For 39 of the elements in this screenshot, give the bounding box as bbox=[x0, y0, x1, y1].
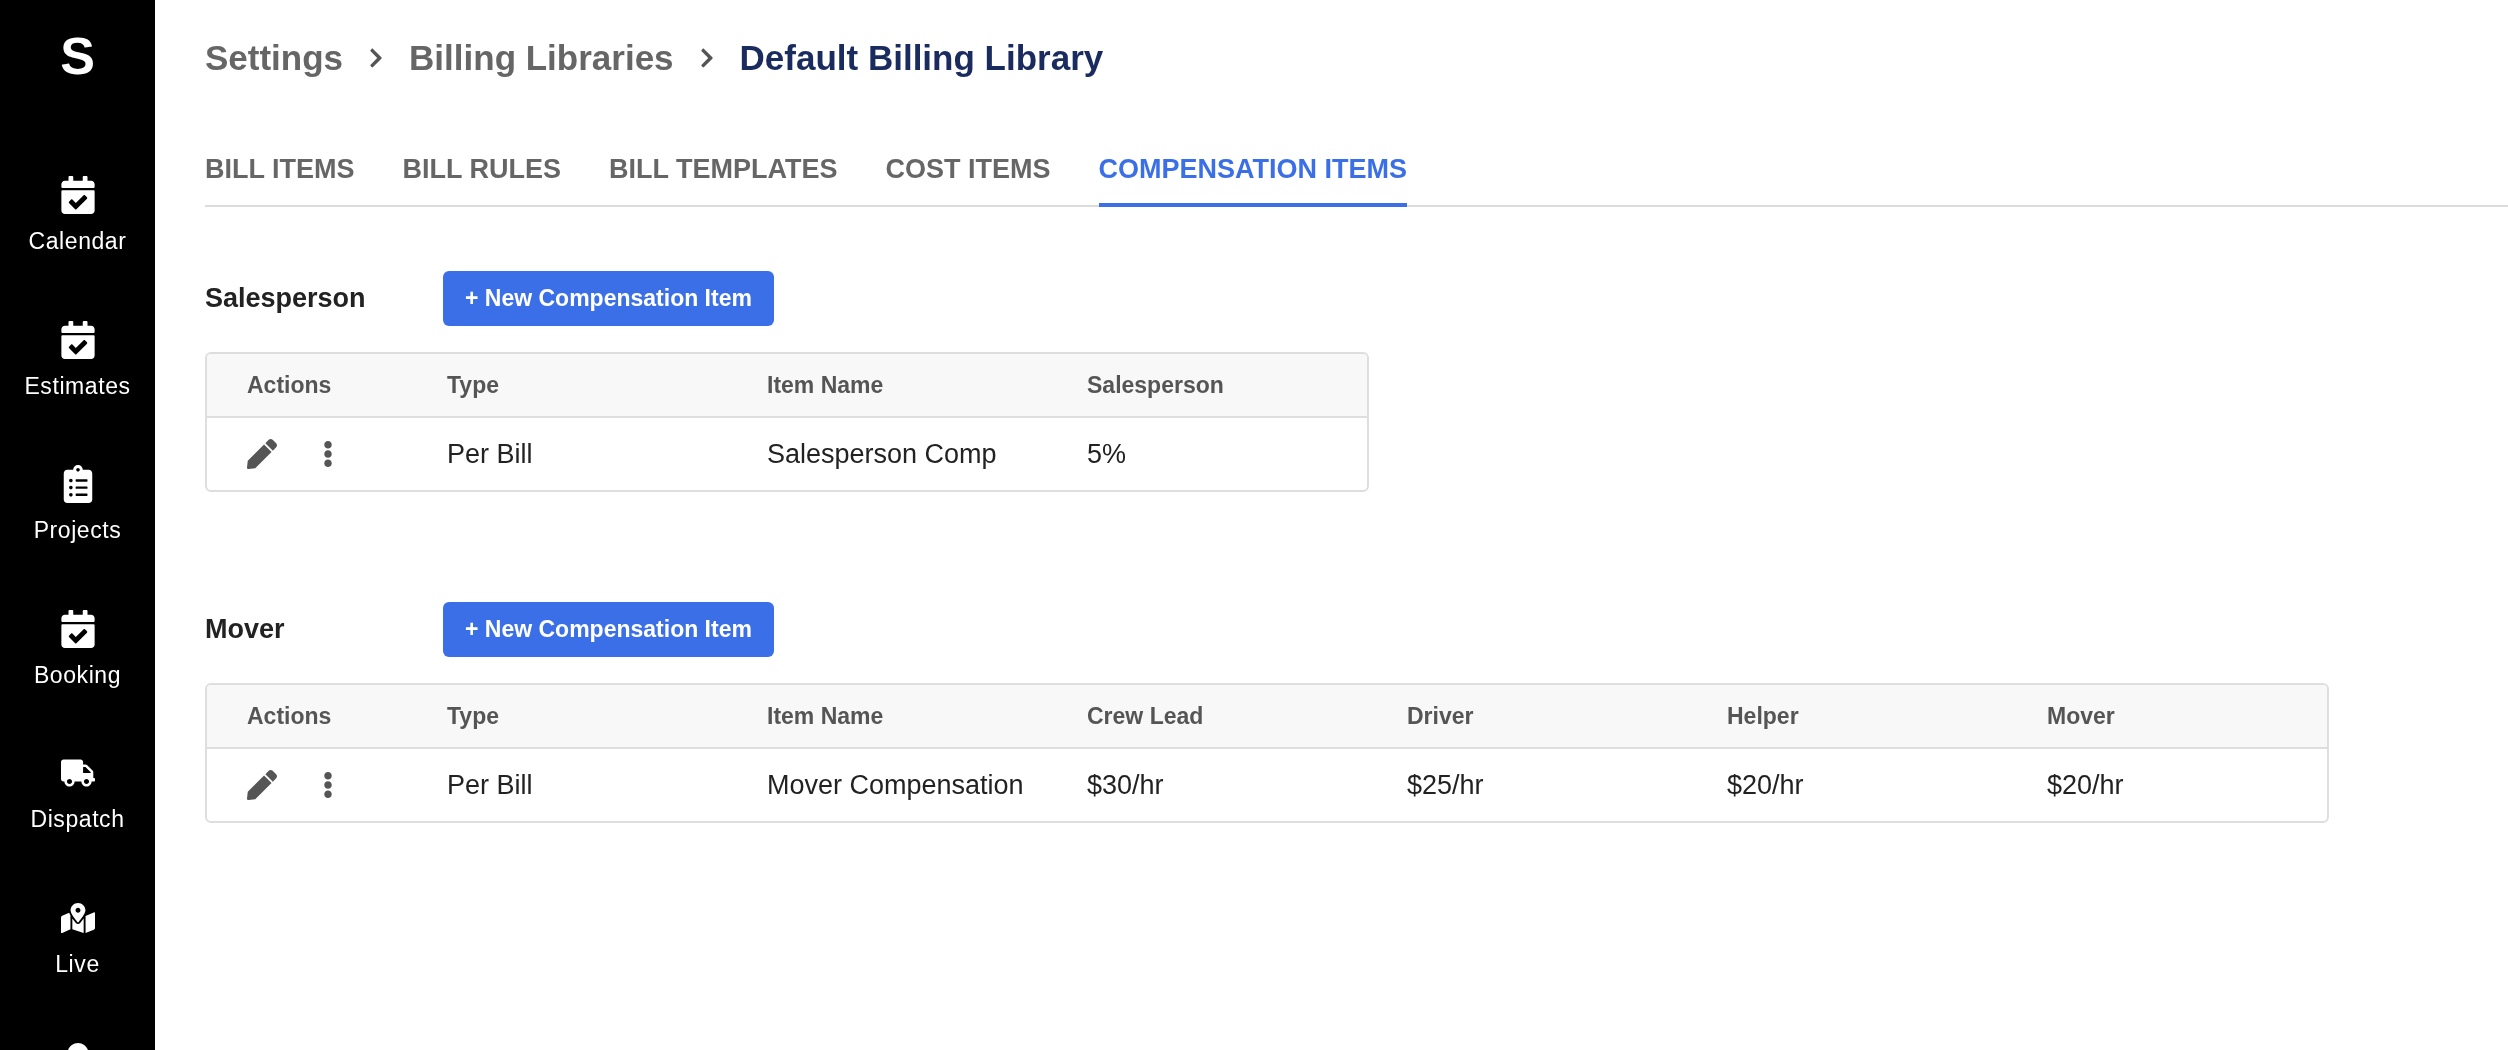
column-header: Mover bbox=[2047, 701, 2116, 731]
breadcrumb-link[interactable]: Settings bbox=[205, 32, 344, 85]
sidebar-item[interactable]: Estimates bbox=[24, 320, 131, 403]
table-cell: Mover Compensation bbox=[767, 769, 1024, 800]
sidebar-item[interactable]: Booking bbox=[33, 609, 122, 692]
column-header: Item Name bbox=[767, 370, 885, 400]
tab[interactable]: BILL TEMPLATES bbox=[609, 148, 838, 207]
sidebar-item[interactable]: Projects bbox=[33, 465, 122, 548]
column-header: Crew Lead bbox=[1087, 701, 1205, 731]
new-compensation-item-button[interactable]: + New Compensation Item bbox=[443, 602, 774, 657]
sidebar-item[interactable]: Dispatch bbox=[30, 754, 125, 837]
column-header: Salesperson bbox=[1087, 370, 1225, 400]
sidebar-item[interactable]: Calendar bbox=[28, 176, 127, 259]
column-header: Type bbox=[447, 370, 500, 400]
table-cell: Per Bill bbox=[447, 769, 533, 800]
tab[interactable]: BILL ITEMS bbox=[205, 148, 355, 207]
column-header: Type bbox=[447, 701, 500, 731]
table-cell: Per Bill bbox=[447, 438, 533, 469]
breadcrumb-link[interactable]: Default Billing Library bbox=[739, 32, 1104, 85]
table-cell: $20/hr bbox=[1727, 769, 1804, 800]
table-cell: Salesperson Comp bbox=[767, 438, 997, 469]
column-header: Driver bbox=[1407, 701, 1475, 731]
column-header: Actions bbox=[246, 701, 333, 731]
tab[interactable]: COST ITEMS bbox=[885, 148, 1051, 207]
logo[interactable]: S bbox=[60, 30, 95, 82]
table-cell: $30/hr bbox=[1087, 769, 1164, 800]
sidebar-item[interactable]: Live bbox=[55, 898, 100, 981]
breadcrumb-link[interactable]: Billing Libraries bbox=[409, 32, 674, 85]
table-cell: 5% bbox=[1087, 438, 1127, 469]
column-header: Item Name bbox=[767, 701, 885, 731]
column-header: Actions bbox=[246, 370, 333, 400]
tab[interactable]: BILL RULES bbox=[402, 148, 562, 207]
new-compensation-item-button[interactable]: + New Compensation Item bbox=[443, 271, 774, 326]
table-cell: $20/hr bbox=[2047, 769, 2124, 800]
table-cell: $25/hr bbox=[1407, 769, 1484, 800]
section-title: Mover bbox=[205, 613, 286, 647]
section-title: Salesperson bbox=[205, 282, 367, 316]
column-header: Helper bbox=[1727, 701, 1800, 731]
tab[interactable]: COMPENSATION ITEMS bbox=[1098, 148, 1408, 207]
